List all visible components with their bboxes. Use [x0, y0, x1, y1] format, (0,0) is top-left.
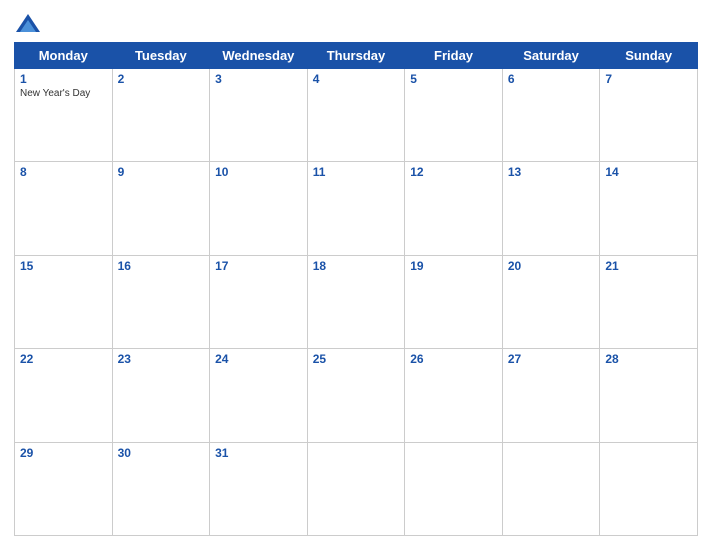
day-number: 28 [605, 352, 692, 366]
col-saturday: Saturday [502, 43, 600, 69]
day-cell: 18 [307, 255, 405, 348]
day-number: 23 [118, 352, 205, 366]
week-row-4: 22 23 24 25 26 27 28 [15, 349, 698, 442]
day-cell: 25 [307, 349, 405, 442]
day-cell: 16 [112, 255, 210, 348]
day-number: 9 [118, 165, 205, 179]
day-cell: 2 [112, 69, 210, 162]
day-cell: 19 [405, 255, 503, 348]
day-cell [405, 442, 503, 535]
day-number: 20 [508, 259, 595, 273]
day-number: 16 [118, 259, 205, 273]
col-wednesday: Wednesday [210, 43, 308, 69]
day-cell: 15 [15, 255, 113, 348]
holiday-label: New Year's Day [20, 88, 107, 99]
week-row-3: 15 16 17 18 19 20 21 [15, 255, 698, 348]
logo-icon [14, 10, 42, 38]
day-cell: 14 [600, 162, 698, 255]
day-cell: 26 [405, 349, 503, 442]
day-number: 10 [215, 165, 302, 179]
day-cell: 30 [112, 442, 210, 535]
day-cell [600, 442, 698, 535]
day-cell: 21 [600, 255, 698, 348]
col-monday: Monday [15, 43, 113, 69]
day-number: 29 [20, 446, 107, 460]
week-row-5: 29 30 31 [15, 442, 698, 535]
day-cell: 12 [405, 162, 503, 255]
day-cell: 10 [210, 162, 308, 255]
day-cell: 17 [210, 255, 308, 348]
day-cell: 29 [15, 442, 113, 535]
day-number: 30 [118, 446, 205, 460]
day-cell: 3 [210, 69, 308, 162]
col-friday: Friday [405, 43, 503, 69]
week-row-1: 1 New Year's Day 234567 [15, 69, 698, 162]
day-number: 26 [410, 352, 497, 366]
day-number: 24 [215, 352, 302, 366]
week-row-2: 89 10 11 12 13 14 [15, 162, 698, 255]
day-number: 1 [20, 72, 107, 86]
day-number: 5 [410, 72, 497, 86]
day-number: 11 [313, 165, 400, 179]
day-number: 6 [508, 72, 595, 86]
day-cell [307, 442, 405, 535]
day-cell: 9 [112, 162, 210, 255]
day-cell: 4 [307, 69, 405, 162]
day-number: 18 [313, 259, 400, 273]
day-number: 12 [410, 165, 497, 179]
day-number: 22 [20, 352, 107, 366]
day-cell: 28 [600, 349, 698, 442]
day-cell: 13 [502, 162, 600, 255]
day-cell: 11 [307, 162, 405, 255]
day-number: 13 [508, 165, 595, 179]
calendar-table: Monday Tuesday Wednesday Thursday Friday… [14, 42, 698, 536]
day-cell [502, 442, 600, 535]
day-cell: 20 [502, 255, 600, 348]
day-number: 7 [605, 72, 692, 86]
day-number: 27 [508, 352, 595, 366]
day-number: 25 [313, 352, 400, 366]
logo [14, 10, 46, 38]
day-number: 2 [118, 72, 205, 86]
day-cell: 8 [15, 162, 113, 255]
day-number: 15 [20, 259, 107, 273]
header-row: Monday Tuesday Wednesday Thursday Friday… [15, 43, 698, 69]
day-cell: 23 [112, 349, 210, 442]
day-number: 14 [605, 165, 692, 179]
day-cell: 24 [210, 349, 308, 442]
day-number: 8 [20, 165, 107, 179]
day-number: 31 [215, 446, 302, 460]
col-tuesday: Tuesday [112, 43, 210, 69]
col-thursday: Thursday [307, 43, 405, 69]
day-cell: 31 [210, 442, 308, 535]
day-cell: 7 [600, 69, 698, 162]
day-number: 4 [313, 72, 400, 86]
day-cell: 27 [502, 349, 600, 442]
day-cell: 5 [405, 69, 503, 162]
day-cell: 22 [15, 349, 113, 442]
day-number: 17 [215, 259, 302, 273]
top-bar [14, 10, 698, 38]
day-cell: 1 New Year's Day [15, 69, 113, 162]
day-number: 3 [215, 72, 302, 86]
day-number: 19 [410, 259, 497, 273]
day-cell: 6 [502, 69, 600, 162]
col-sunday: Sunday [600, 43, 698, 69]
day-number: 21 [605, 259, 692, 273]
